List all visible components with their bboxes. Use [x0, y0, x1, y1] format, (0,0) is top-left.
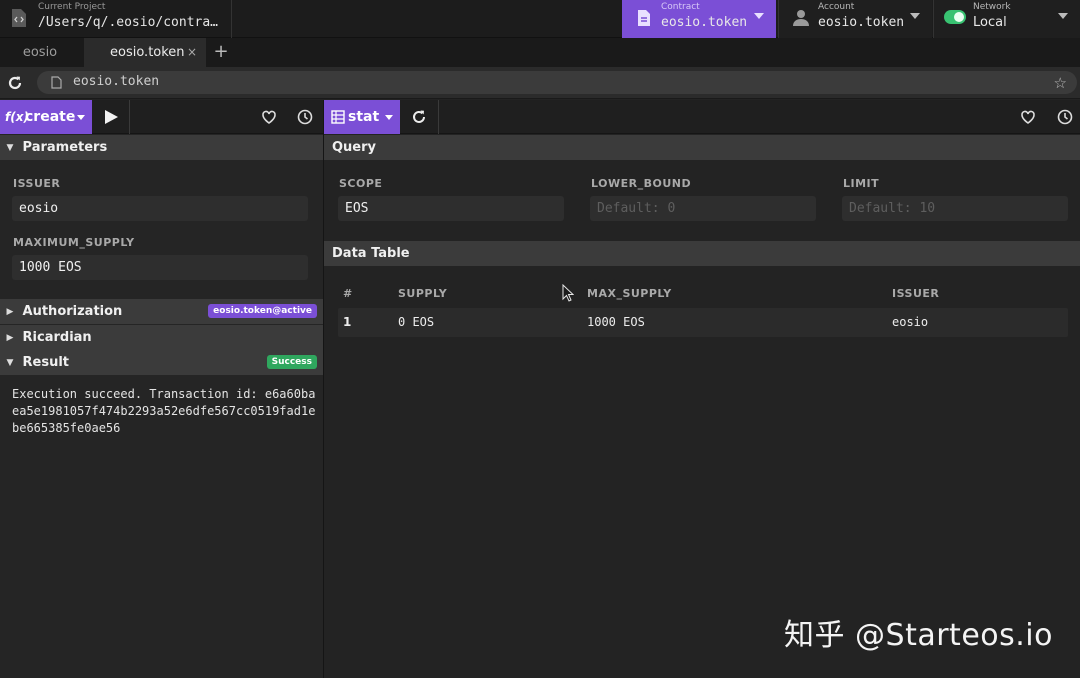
- mouse-cursor-icon: [562, 284, 574, 302]
- current-project-selector[interactable]: Current Project /Users/q/.eosio/contra…: [0, 0, 232, 38]
- column-header-issuer: ISSUER: [892, 287, 940, 300]
- limit-input[interactable]: Default: 10: [842, 196, 1068, 221]
- table-name: stat: [348, 109, 380, 125]
- top-bar: Current Project /Users/q/.eosio/contra… …: [0, 0, 1080, 38]
- account-selector[interactable]: Account eosio.token: [778, 0, 932, 38]
- table-panel: stat Query SCOPE EOS LOWER_BOUND Default…: [324, 100, 1080, 678]
- triangle-down-icon: ▼: [6, 143, 14, 153]
- tab-eosio-token[interactable]: eosio.token ×: [84, 38, 206, 67]
- action-toolbar: f(x) create: [0, 100, 323, 134]
- network-value: Local: [973, 15, 1007, 30]
- result-header[interactable]: ▼ Result Success: [0, 350, 323, 375]
- star-icon[interactable]: ☆: [1054, 74, 1067, 92]
- lower-bound-input[interactable]: Default: 0: [590, 196, 816, 221]
- reload-icon[interactable]: [6, 74, 24, 92]
- result-title: Result: [22, 355, 70, 370]
- divider: [129, 100, 130, 134]
- divider: [438, 100, 439, 134]
- table-toolbar: stat: [324, 100, 1080, 134]
- query-title: Query: [332, 140, 377, 155]
- contract-selector[interactable]: Contract eosio.token: [622, 0, 776, 38]
- authorization-title: Authorization: [22, 304, 123, 319]
- add-tab-button[interactable]: +: [212, 38, 230, 67]
- tab-eosio[interactable]: eosio: [0, 38, 80, 67]
- limit-label: LIMIT: [843, 177, 880, 190]
- current-project-label: Current Project: [38, 2, 106, 12]
- chevron-down-icon: [1058, 13, 1068, 19]
- tab-label: eosio.token: [110, 45, 185, 60]
- chevron-down-icon: [385, 115, 393, 120]
- current-project-path: /Users/q/.eosio/contra…: [38, 15, 219, 30]
- maximum-supply-label: MAXIMUM_SUPPLY: [13, 236, 135, 249]
- data-table-header: Data Table: [324, 241, 1080, 266]
- heart-icon[interactable]: [260, 108, 278, 126]
- network-label: Network: [973, 2, 1011, 12]
- cell-index: 1: [343, 315, 352, 329]
- action-name: create: [25, 109, 76, 125]
- network-status-toggle[interactable]: [944, 10, 966, 24]
- action-select-button[interactable]: f(x) create: [0, 100, 92, 134]
- data-table-title: Data Table: [332, 246, 410, 261]
- file-code-icon: [12, 9, 26, 27]
- play-icon[interactable]: [102, 108, 120, 126]
- lower-bound-label: LOWER_BOUND: [591, 177, 692, 190]
- triangle-down-icon: ▼: [6, 358, 14, 368]
- address-bar[interactable]: eosio.token ☆: [37, 71, 1077, 94]
- triangle-right-icon: ▶: [6, 333, 14, 343]
- grid-icon: [331, 110, 345, 124]
- close-icon[interactable]: ×: [187, 38, 197, 67]
- scope-input[interactable]: EOS: [338, 196, 564, 221]
- cell-max-supply: 1000 EOS: [587, 315, 645, 329]
- action-panel: f(x) create ▼ Parameters ISSUER eosio MA…: [0, 100, 324, 678]
- address-value: eosio.token: [73, 74, 160, 89]
- issuer-input[interactable]: eosio: [12, 196, 308, 221]
- user-icon: [793, 10, 809, 26]
- document-icon: [51, 76, 62, 89]
- cell-issuer: eosio: [892, 315, 929, 329]
- column-header-supply: SUPPLY: [398, 287, 448, 300]
- chevron-down-icon: [754, 13, 764, 19]
- tab-bar: eosio eosio.token × +: [0, 38, 1080, 67]
- history-icon[interactable]: [1056, 108, 1074, 126]
- chevron-down-icon: [77, 115, 85, 120]
- maximum-supply-input[interactable]: 1000 EOS: [12, 255, 308, 280]
- account-label: Account: [818, 2, 855, 12]
- contract-label: Contract: [661, 2, 700, 12]
- refresh-icon[interactable]: [410, 108, 428, 126]
- network-selector[interactable]: Network Local: [933, 0, 1080, 38]
- address-bar-row: eosio.token ☆: [0, 67, 1080, 99]
- scope-label: SCOPE: [339, 177, 383, 190]
- parameters-title: Parameters: [22, 140, 108, 155]
- history-icon[interactable]: [296, 108, 314, 126]
- success-badge: Success: [266, 355, 317, 369]
- document-icon: [638, 10, 650, 26]
- parameters-header[interactable]: ▼ Parameters: [0, 135, 323, 160]
- ricardian-title: Ricardian: [22, 330, 92, 345]
- table-row[interactable]: 1 0 EOS 1000 EOS eosio: [338, 308, 1068, 337]
- result-message: Execution succeed. Transaction id: e6a60…: [12, 387, 316, 435]
- issuer-label: ISSUER: [13, 177, 61, 190]
- column-header-index: #: [343, 287, 353, 300]
- triangle-right-icon: ▶: [6, 307, 14, 317]
- table-select-button[interactable]: stat: [324, 100, 400, 134]
- contract-value: eosio.token: [661, 15, 748, 30]
- chevron-down-icon: [910, 13, 920, 19]
- column-header-max-supply: MAX_SUPPLY: [587, 287, 672, 300]
- authorization-header[interactable]: ▶ Authorization eosio.token@active: [0, 299, 323, 324]
- ricardian-header[interactable]: ▶ Ricardian: [0, 325, 323, 350]
- query-header: Query: [324, 135, 1080, 160]
- cell-supply: 0 EOS: [398, 315, 435, 329]
- account-value: eosio.token: [818, 15, 905, 30]
- watermark-text: 知乎 @Starteos.io: [784, 618, 1053, 653]
- heart-icon[interactable]: [1019, 108, 1037, 126]
- authorization-badge: eosio.token@active: [208, 304, 317, 318]
